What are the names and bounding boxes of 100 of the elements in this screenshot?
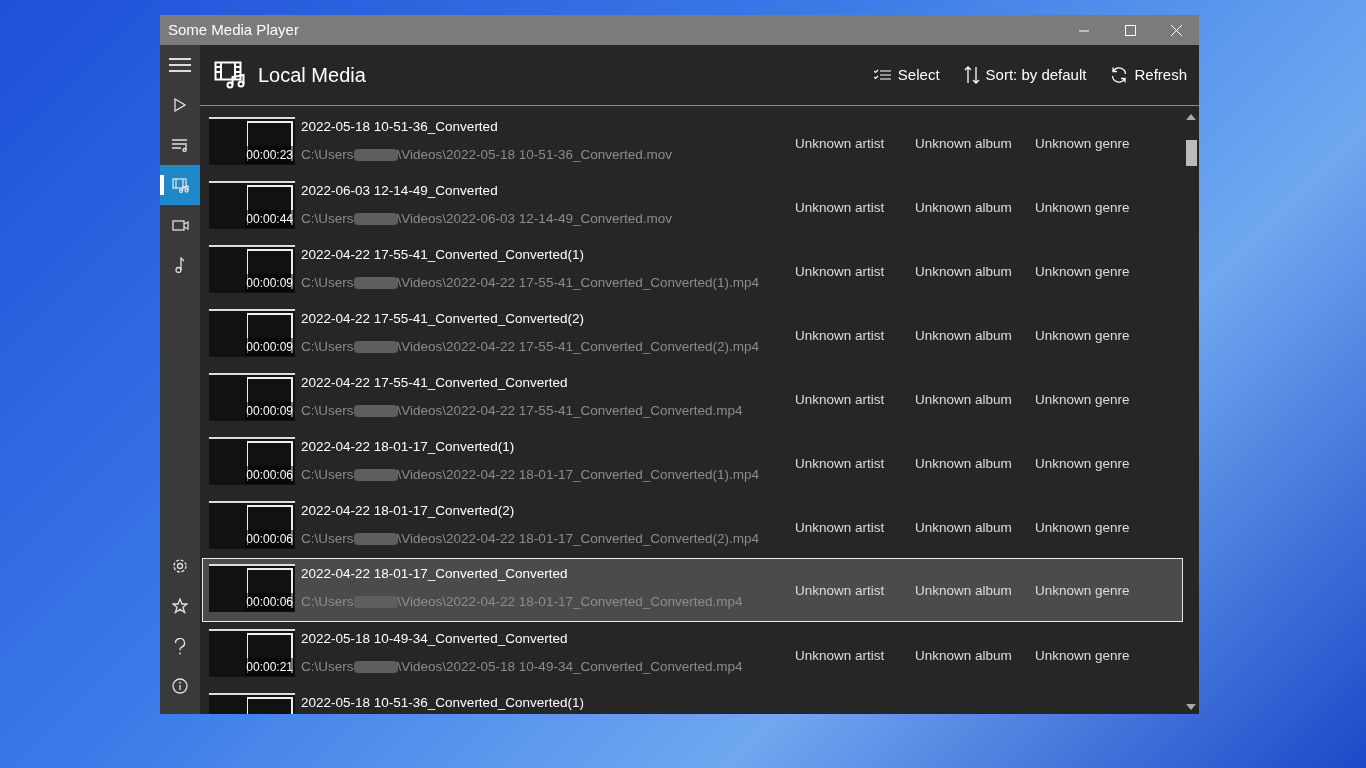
artist-label: Unknown artist (795, 327, 886, 345)
album-label: Unknown album (915, 582, 1013, 600)
playlist-icon (172, 138, 188, 152)
info-icon (172, 678, 188, 694)
duration-label: 00:00:23 (245, 146, 294, 164)
file-path: \Videos\2022-04-22 17-55-41_Converted_Converted.mp4 (397, 402, 743, 421)
menu-icon (169, 57, 191, 73)
scroll-down-arrow-icon[interactable] (1186, 704, 1196, 710)
file-path: \Videos\2022-06-03 12-14-49_Converted.mov (397, 210, 672, 229)
settings-icon (172, 558, 188, 574)
duration-label: 00:00:21 (245, 658, 294, 676)
media-title: 2022-04-22 18-01-17_Converted(1) (301, 438, 516, 456)
toolbar-button[interactable]: Refresh (1110, 59, 1187, 91)
close-icon (1170, 24, 1182, 36)
media-title: 2022-04-22 18-01-17_Converted(2) (301, 502, 516, 520)
redaction-block (353, 469, 398, 482)
genre-label: Unknown genre (1035, 263, 1131, 281)
file-path: C:\Users (301, 530, 354, 549)
page-title: Local Media (258, 63, 367, 88)
album-label: Unknown album (915, 263, 1013, 281)
album-label: Unknown album (915, 327, 1013, 345)
file-path: \Videos\2022-04-22 18-01-17_Converted_Converted(1).mp4 (397, 466, 759, 485)
media-row[interactable]: 00:00:09 2022-04-22 17-55-41_Converted_Converted(1) C:\Users \Videos\2022-04-22 17-55-41_Converted_Converted(1).mp4 Unknown artist Unknown album Unknown genre (202, 238, 1183, 302)
media-row[interactable]: 00:00:06 2022-04-22 18-01-17_Converted_Converted C:\Users \Videos\2022-04-22 18-01-17_Converted_Converted.mp4 Unknown artist Unknown album Unknown genre (202, 558, 1183, 622)
file-path: \Videos\2022-04-22 17-55-41_Converted_Converted(2).mp4 (397, 338, 759, 357)
media-title: 2022-04-22 17-55-41_Converted_Converted (301, 374, 569, 392)
album-label: Unknown album (915, 647, 1013, 665)
media-title: 2022-04-22 17-55-41_Converted_Converted(2) (301, 310, 585, 328)
file-path: C:\Users (301, 210, 354, 229)
checklist-icon (873, 69, 892, 81)
album-label: Unknown album (915, 391, 1013, 409)
artist-label: Unknown artist (795, 519, 886, 537)
album-label: Unknown album (915, 455, 1013, 473)
media-row[interactable]: 2022-05-18 10-51-36_Converted_Converted(1) (202, 686, 1183, 714)
album-label: Unknown album (915, 199, 1013, 217)
music-note-icon (175, 257, 185, 273)
redaction-block (353, 405, 398, 418)
artist-label: Unknown artist (795, 455, 886, 473)
film-music-icon (214, 61, 246, 89)
media-row[interactable]: 00:00:06 2022-04-22 18-01-17_Converted(1) C:\Users \Videos\2022-04-22 18-01-17_Converted_Converted(1).mp4 Unknown artist Unknown album Unknown genre (202, 430, 1183, 494)
media-row[interactable]: 00:00:21 2022-05-18 10-49-34_Converted_Converted C:\Users \Videos\2022-05-18 10-49-34_Converted_Converted.mp4 Unknown artist Unknown album Unknown genre (202, 622, 1183, 686)
scrollbar-thumb[interactable] (1185, 140, 1197, 166)
window-title: Some Media Player (168, 19, 300, 40)
file-path: \Videos\2022-04-22 17-55-41_Converted_Converted(1).mp4 (397, 274, 759, 293)
file-path: C:\Users (301, 466, 354, 485)
artist-label: Unknown artist (795, 135, 886, 153)
duration-label: 00:00:09 (245, 338, 294, 356)
album-label: Unknown album (915, 135, 1013, 153)
genre-label: Unknown genre (1035, 647, 1131, 665)
artist-label: Unknown artist (795, 391, 886, 409)
toolbar-button[interactable]: Sort: by default (963, 59, 1087, 91)
file-path: \Videos\2022-04-22 18-01-17_Converted_Converted.mp4 (397, 593, 743, 612)
media-title: 2022-05-18 10-49-34_Converted_Converted (301, 630, 569, 648)
duration-label: 00:00:06 (245, 530, 294, 548)
file-path: \Videos\2022-05-18 10-51-36_Converted.mov (397, 146, 672, 165)
genre-label: Unknown genre (1035, 199, 1131, 217)
redaction-block (353, 149, 398, 162)
redaction-block (353, 661, 398, 674)
duration-label: 00:00:09 (245, 402, 294, 420)
redaction-block (353, 533, 398, 546)
file-path: \Videos\2022-04-22 18-01-17_Converted_Converted(2).mp4 (397, 530, 759, 549)
media-row[interactable]: 00:00:09 2022-04-22 17-55-41_Converted_Converted C:\Users \Videos\2022-04-22 17-55-41_Converted_Converted.mp4 Unknown artist Unknown album Unknown genre (202, 366, 1183, 430)
media-row[interactable]: 00:00:44 2022-06-03 12-14-49_Converted C:\Users \Videos\2022-06-03 12-14-49_Converted.mov Unknown artist Unknown album Unknown genre (202, 174, 1183, 238)
artist-label: Unknown artist (795, 582, 886, 600)
media-title: 2022-04-22 18-01-17_Converted_Converted (301, 565, 569, 583)
media-row[interactable]: 00:00:09 2022-04-22 17-55-41_Converted_Converted(2) C:\Users \Videos\2022-04-22 17-55-41_Converted_Converted(2).mp4 Unknown artist Unknown album Unknown genre (202, 302, 1183, 366)
genre-label: Unknown genre (1035, 455, 1131, 473)
scroll-up-arrow-icon[interactable] (1186, 114, 1196, 120)
media-title: 2022-05-18 10-51-36_Converted (301, 118, 499, 136)
duration-label: 00:00:09 (245, 274, 294, 292)
sort-arrows-icon (963, 66, 980, 84)
redaction-block (353, 213, 398, 226)
file-path: C:\Users (301, 658, 354, 677)
play-icon (174, 98, 186, 112)
maximize-icon (1124, 24, 1136, 36)
media-title: 2022-06-03 12-14-49_Converted (301, 182, 499, 200)
file-path: \Videos\2022-05-18 10-49-34_Converted_Converted.mp4 (397, 658, 743, 677)
file-path: C:\Users (301, 274, 354, 293)
toolbar-button[interactable]: Select (873, 59, 940, 91)
genre-label: Unknown genre (1035, 391, 1131, 409)
media-row[interactable]: 00:00:06 2022-04-22 18-01-17_Converted(2) C:\Users \Videos\2022-04-22 18-01-17_Converted_Converted(2).mp4 Unknown artist Unknown album Unknown genre (202, 494, 1183, 558)
duration-label: 00:00:44 (245, 210, 294, 228)
help-icon (174, 637, 186, 655)
media-row[interactable]: 00:00:23 2022-05-18 10-51-36_Converted C:\Users \Videos\2022-05-18 10-51-36_Converted.mov Unknown artist Unknown album Unknown genre (202, 110, 1183, 174)
duration-label: 00:00:06 (245, 466, 294, 484)
file-path: C:\Users (301, 402, 354, 421)
album-label: Unknown album (915, 519, 1013, 537)
media-title: 2022-05-18 10-51-36_Converted_Converted(1) (301, 694, 585, 712)
genre-label: Unknown genre (1035, 327, 1131, 345)
artist-label: Unknown artist (795, 647, 886, 665)
star-icon (172, 598, 188, 614)
sidebar-item[interactable] (160, 165, 200, 205)
genre-label: Unknown genre (1035, 519, 1131, 537)
file-path: C:\Users (301, 338, 354, 357)
film-music-icon (171, 177, 189, 193)
duration-label: 00:00:06 (245, 593, 294, 611)
artist-label: Unknown artist (795, 263, 886, 281)
artist-label: Unknown artist (795, 199, 886, 217)
video-camera-icon (171, 219, 189, 231)
redaction-block (353, 277, 398, 290)
